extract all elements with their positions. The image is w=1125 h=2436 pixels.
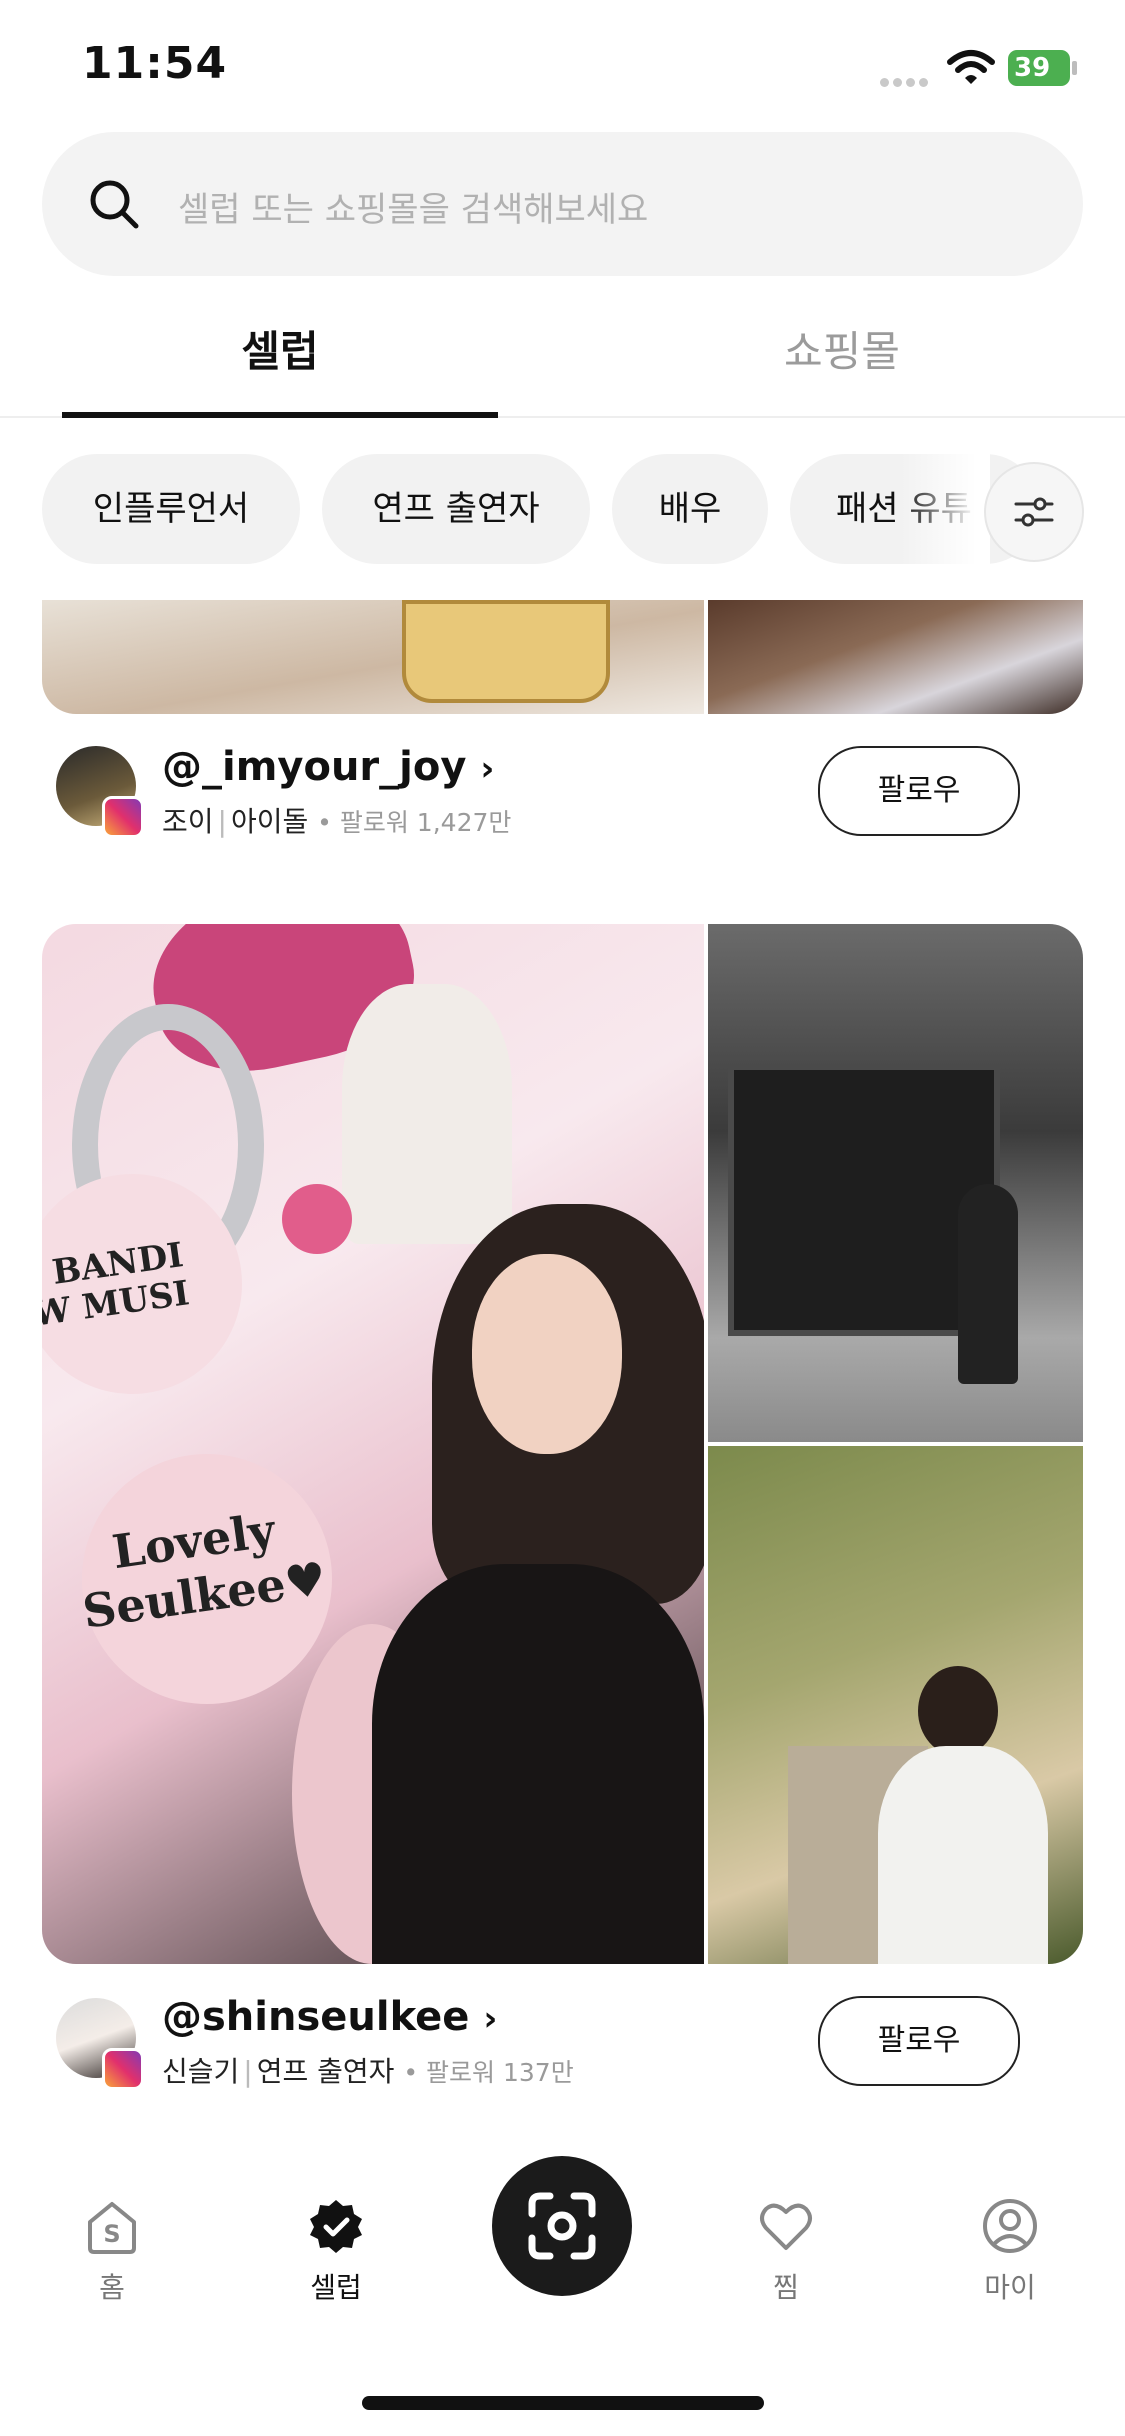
- black-dress-image: [372, 1564, 704, 1964]
- nav-home[interactable]: S 홈: [52, 2196, 172, 2306]
- instagram-icon: [102, 2048, 144, 2090]
- battery-level: 39: [1008, 50, 1070, 86]
- sliders-icon: [1014, 497, 1054, 527]
- follow-button[interactable]: 팔로우: [818, 746, 1020, 836]
- celeb-photo-main[interactable]: [42, 600, 704, 714]
- chevron-right-icon: ›: [483, 1999, 498, 2039]
- home-icon: S: [88, 2202, 136, 2254]
- celeb-handle[interactable]: @_imyour_joy ›: [162, 744, 494, 790]
- signal-dots-icon: [880, 72, 932, 87]
- person-image: [958, 1184, 1018, 1384]
- search-placeholder: 셀럽 또는 쇼핑몰을 검색해보세요: [178, 190, 649, 230]
- handle-text: @shinseulkee: [162, 1994, 470, 2040]
- camera-scan-icon: [528, 2192, 596, 2260]
- active-tab-indicator: [62, 412, 498, 418]
- celeb-photo-side-top[interactable]: [708, 924, 1083, 1442]
- tab-celeb[interactable]: 셀럽: [30, 318, 530, 379]
- celeb-name: 신슬기: [162, 2055, 240, 2088]
- celeb-handle[interactable]: @shinseulkee ›: [162, 1994, 497, 2040]
- camera-scan-button[interactable]: [492, 2156, 632, 2296]
- nav-celeb[interactable]: 셀럽: [276, 2196, 396, 2306]
- balloon-image: [282, 1184, 352, 1254]
- follow-button[interactable]: 팔로우: [818, 1996, 1020, 2086]
- chip-actor[interactable]: 배우: [612, 454, 768, 564]
- celeb-photo-main[interactable]: BANDI W MUSI Lovely Seulkee♥: [42, 924, 704, 1964]
- person-image: [878, 1746, 1048, 1964]
- chip-influencer[interactable]: 인플루언서: [42, 454, 300, 564]
- balloon-image: Lovely Seulkee♥: [79, 1454, 332, 1704]
- home-indicator: [362, 2396, 764, 2410]
- chip-dating-show[interactable]: 연프 출연자: [322, 454, 590, 564]
- celeb-category: 연프 출연자: [256, 2055, 395, 2088]
- follower-count: 팔로워 1,427만: [339, 808, 512, 837]
- celeb-info: 신슬기 | 연프 출연자 • 팔로워 137만: [162, 2055, 574, 2088]
- celeb-category: 아이돌: [230, 805, 309, 838]
- handbag-image: [402, 600, 610, 703]
- nav-celeb-label: 셀럽: [310, 2271, 362, 2304]
- celeb-badge-icon: [310, 2200, 362, 2253]
- person-face-image: [472, 1254, 622, 1454]
- nav-my-label: 마이: [984, 2271, 1036, 2304]
- nav-wishlist-label: 찜: [773, 2271, 799, 2304]
- nav-wishlist[interactable]: 찜: [726, 2196, 846, 2306]
- nav-home-label: 홈: [99, 2271, 125, 2304]
- heart-icon: [760, 2203, 812, 2250]
- chip-fade: [900, 454, 990, 564]
- celeb-info: 조이 | 아이돌 • 팔로워 1,427만: [162, 805, 512, 838]
- celeb-photo-side-bottom[interactable]: [708, 1446, 1083, 1964]
- svg-text:S: S: [103, 2220, 120, 2248]
- tab-shopping-mall[interactable]: 쇼핑몰: [592, 318, 1092, 379]
- wifi-icon: [946, 48, 996, 88]
- follower-count: 팔로워 137만: [426, 2058, 574, 2087]
- search-icon: [90, 180, 139, 229]
- cutout-standee-image: [342, 984, 512, 1244]
- celeb-photo-side[interactable]: [708, 600, 1083, 714]
- profile-icon: [983, 2199, 1037, 2253]
- handle-text: @_imyour_joy: [162, 744, 467, 790]
- status-time: 11:54: [82, 38, 228, 89]
- search-bar[interactable]: 셀럽 또는 쇼핑몰을 검색해보세요: [42, 132, 1083, 276]
- nav-my[interactable]: 마이: [950, 2196, 1070, 2306]
- person-hair-image: [918, 1666, 998, 1756]
- celeb-name: 조이: [162, 805, 214, 838]
- instagram-icon: [102, 796, 144, 838]
- filter-button[interactable]: [984, 462, 1084, 562]
- battery-icon: 39: [1008, 48, 1078, 88]
- chevron-right-icon: ›: [480, 749, 495, 789]
